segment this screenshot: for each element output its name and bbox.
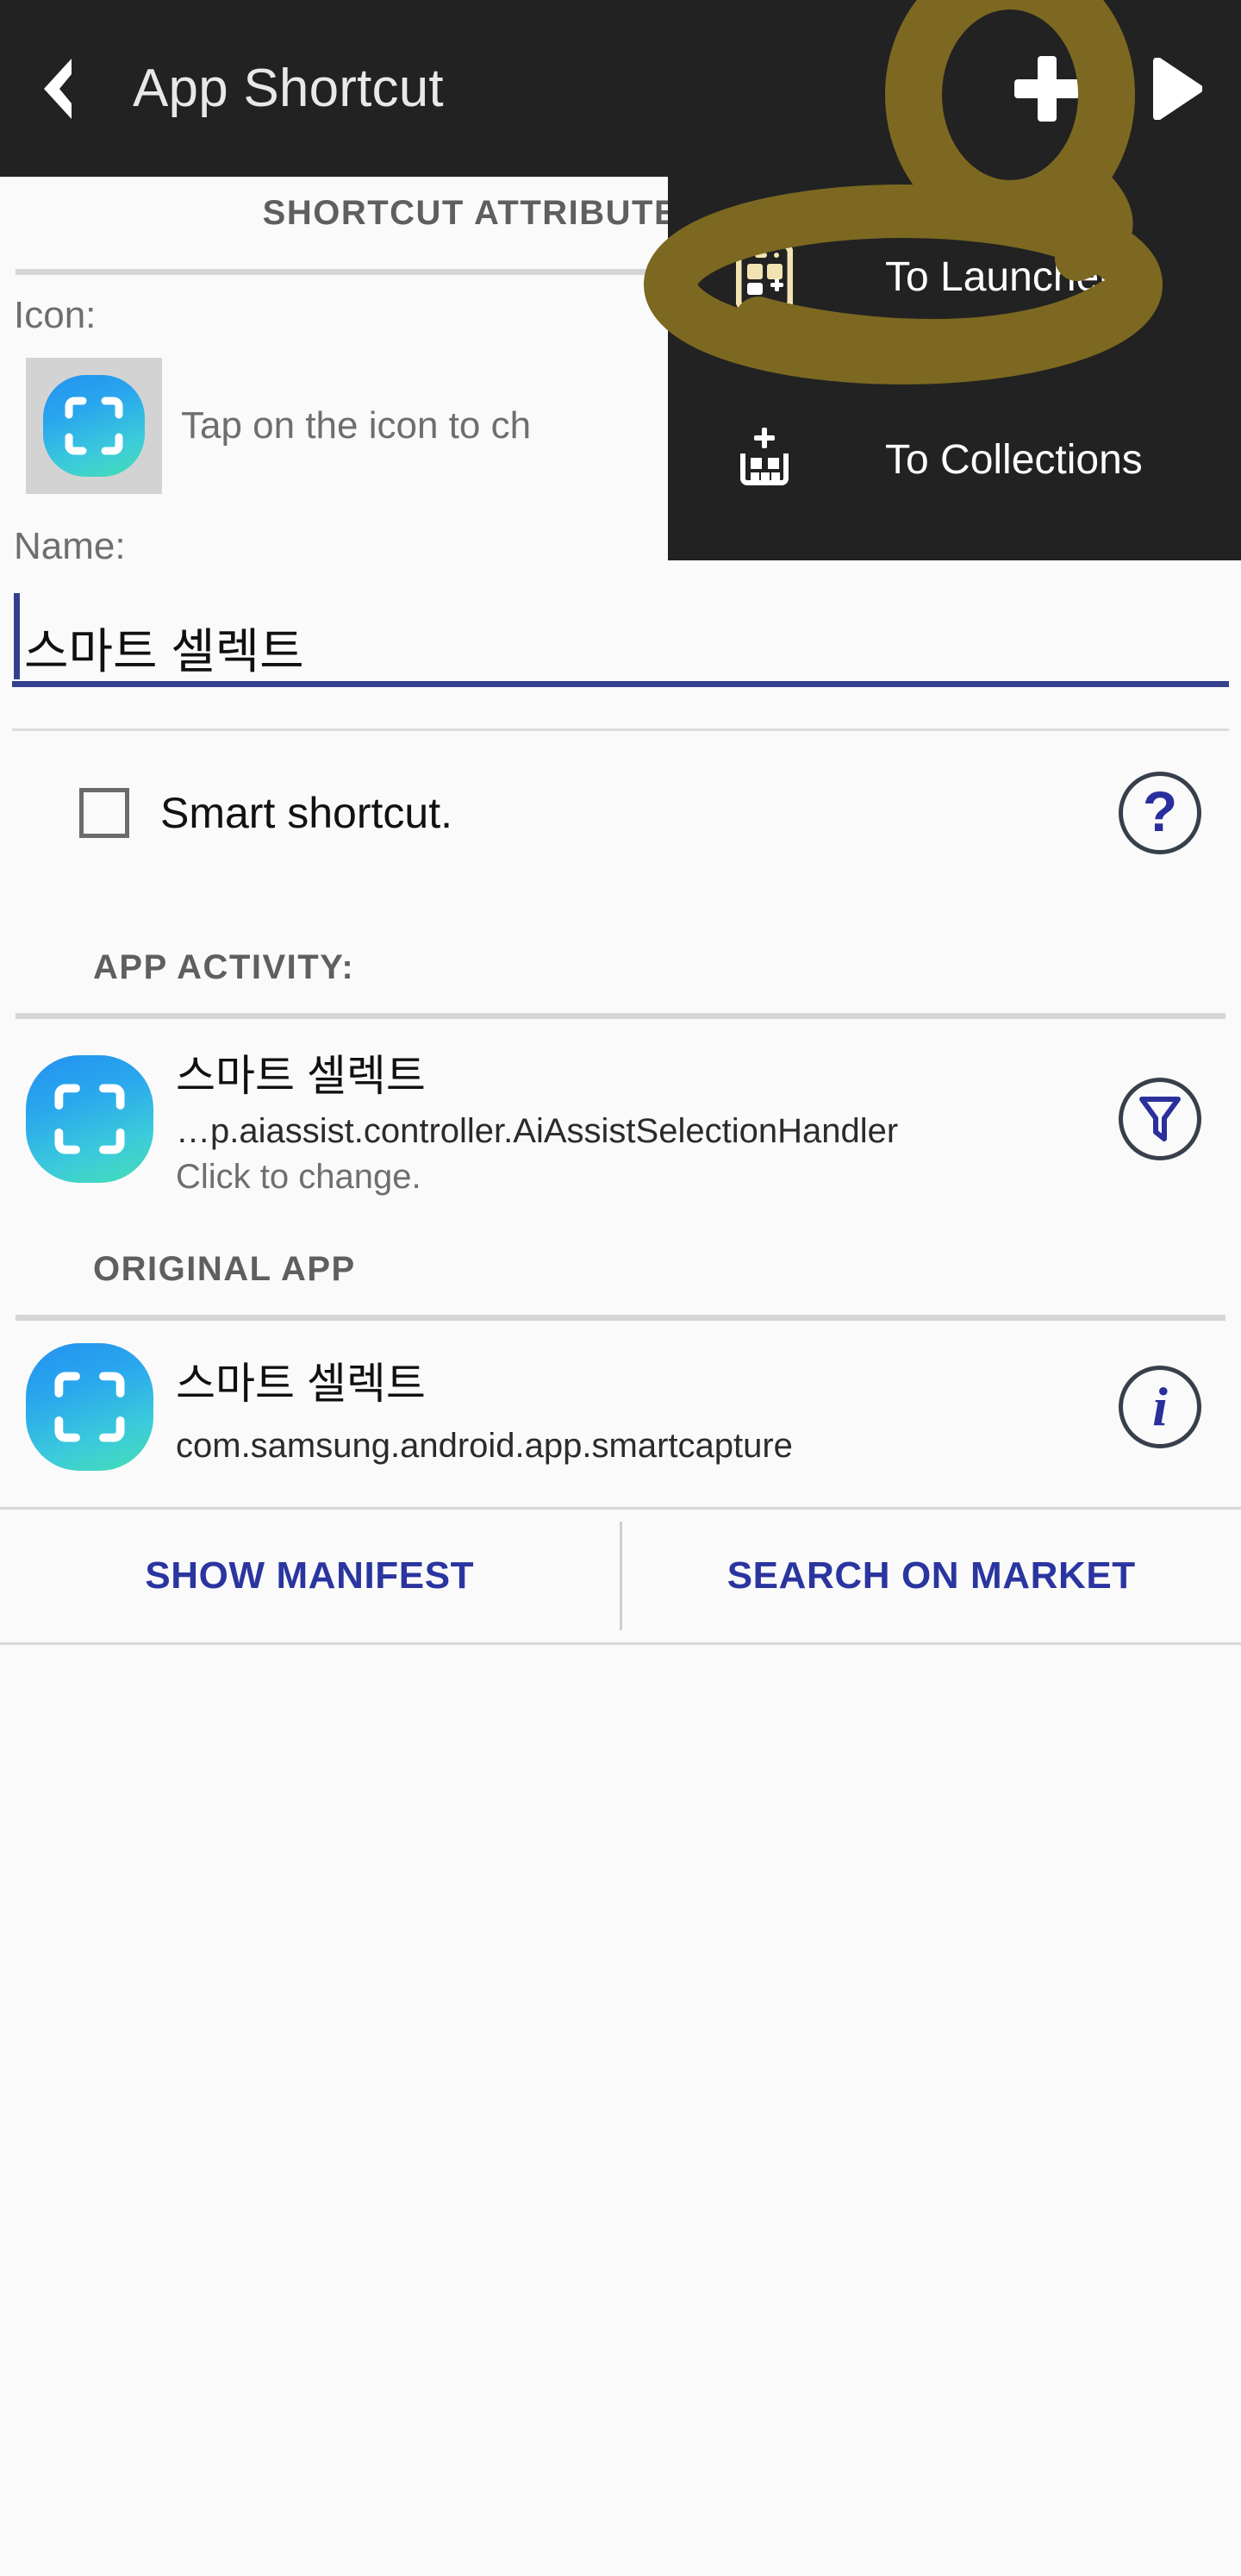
app-activity-row[interactable]: 스마트 셀렉트 …p.aiassist.controller.AiAssistS…: [0, 1019, 1241, 1219]
page-title: App Shortcut: [133, 59, 444, 118]
next-button[interactable]: [1112, 0, 1241, 177]
info-button[interactable]: i: [1119, 1366, 1201, 1448]
filter-funnel-icon: [1139, 1097, 1181, 1141]
phone-add-shortcut-icon: [733, 242, 795, 311]
app-icon: [26, 1343, 153, 1471]
scan-brackets-icon: [54, 1084, 125, 1154]
show-manifest-button[interactable]: SHOW MANIFEST: [0, 1510, 620, 1642]
app-activity-title: 스마트 셀렉트: [176, 1052, 426, 1100]
text-caret: [14, 593, 20, 679]
menu-item-to-collections[interactable]: To Collections: [668, 368, 1241, 551]
menu-item-label: To Launcher: [885, 253, 1113, 300]
name-field-wrap: 스마트 셀렉트: [0, 584, 1241, 687]
plus-icon: [1014, 55, 1080, 122]
app-bar: App Shortcut: [0, 0, 1241, 177]
question-mark-icon: ?: [1142, 779, 1178, 843]
info-icon: i: [1152, 1376, 1168, 1437]
overflow-menu: To Launcher To Collections: [668, 177, 1241, 560]
app-icon: [43, 375, 145, 477]
filter-button[interactable]: [1119, 1078, 1201, 1160]
play-next-icon: [1153, 57, 1202, 120]
app-activity-header: APP ACTIVITY:: [93, 948, 355, 986]
action-buttons-row: SHOW MANIFEST SEARCH ON MARKET: [0, 1507, 1241, 1645]
name-input[interactable]: 스마트 셀렉트: [12, 584, 1229, 687]
original-app-row[interactable]: 스마트 셀렉트 com.samsung.android.app.smartcap…: [0, 1321, 1241, 1493]
app-icon: [26, 1055, 153, 1183]
app-activity-hint: Click to change.: [176, 1158, 421, 1196]
back-chevron-icon: [44, 58, 72, 119]
smart-shortcut-checkbox[interactable]: [79, 788, 129, 838]
back-button[interactable]: [0, 0, 110, 177]
menu-item-label: To Collections: [885, 436, 1143, 483]
smart-shortcut-row[interactable]: Smart shortcut. ?: [0, 731, 1241, 895]
add-shortcut-button[interactable]: [982, 0, 1112, 177]
help-button[interactable]: ?: [1119, 772, 1201, 854]
search-on-market-button[interactable]: SEARCH ON MARKET: [622, 1510, 1241, 1642]
original-app-package: com.samsung.android.app.smartcapture: [176, 1426, 793, 1465]
icon-hint-text: Tap on the icon to ch: [181, 404, 532, 447]
menu-item-to-launcher[interactable]: To Launcher: [668, 185, 1241, 368]
scan-brackets-icon: [65, 397, 123, 455]
smart-shortcut-label: Smart shortcut.: [160, 789, 452, 837]
name-input-value: 스마트 셀렉트: [24, 624, 304, 678]
original-app-text: 스마트 셀렉트 com.samsung.android.app.smartcap…: [176, 1349, 1119, 1466]
app-activity-text: 스마트 셀렉트 …p.aiassist.controller.AiAssistS…: [176, 1041, 1119, 1197]
app-shortcut-screen: SHORTCUT ATTRIBUTES Icon: Tap on the ico…: [0, 0, 1241, 2576]
original-app-header: ORIGINAL APP: [93, 1250, 356, 1288]
scan-brackets-icon: [54, 1372, 125, 1442]
app-activity-component: …p.aiassist.controller.AiAssistSelection…: [176, 1112, 899, 1150]
divider: [16, 1315, 1225, 1321]
icon-picker-tile[interactable]: [26, 358, 162, 494]
original-app-title: 스마트 셀렉트: [176, 1359, 426, 1408]
divider: [16, 1013, 1225, 1019]
collection-add-icon: [733, 426, 795, 493]
